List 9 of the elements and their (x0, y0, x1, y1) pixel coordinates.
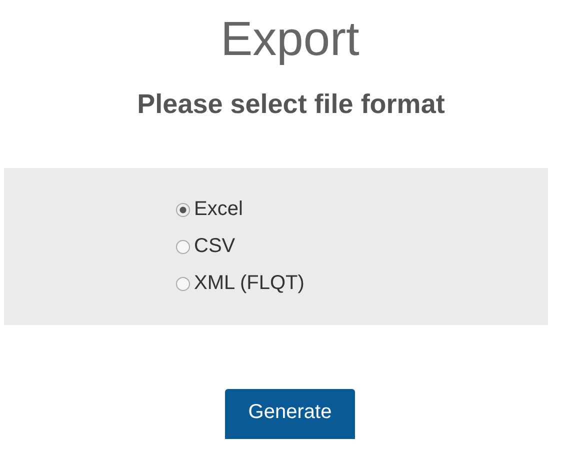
radio-button[interactable] (176, 276, 190, 290)
subtitle: Please select file format (136, 88, 445, 121)
radio-label: CSV (194, 234, 236, 259)
radio-label: XML (FLQT) (194, 271, 304, 296)
radio-button[interactable] (176, 240, 190, 254)
radio-button[interactable] (176, 202, 190, 216)
page-title: Export (220, 12, 360, 68)
generate-button[interactable]: Generate (225, 389, 355, 439)
radio-label: Excel (194, 197, 243, 222)
